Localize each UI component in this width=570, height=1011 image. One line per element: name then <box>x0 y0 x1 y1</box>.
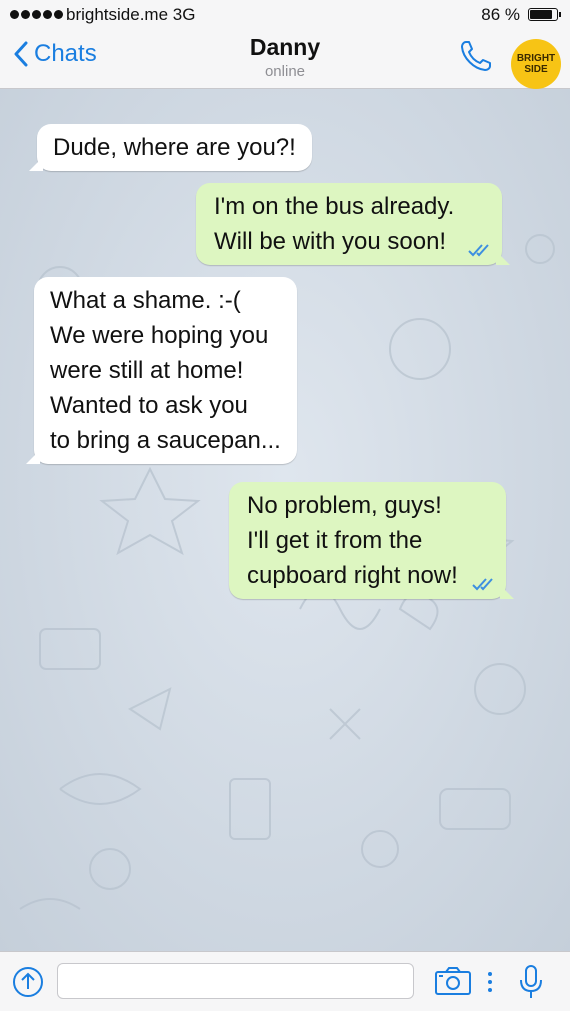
outgoing-message-bubble[interactable]: I'm on the bus already. Will be with you … <box>196 183 511 265</box>
microphone-icon <box>520 965 542 998</box>
message-text-line: Wanted to ask you <box>50 392 248 419</box>
chat-header: Chats Danny online BRIGHT SIDE <box>0 30 570 89</box>
outgoing-message-bubble[interactable]: No problem, guys! I'll get it from the cup… <box>229 482 514 599</box>
phone-icon <box>461 41 491 71</box>
read-receipt-icon <box>468 244 490 257</box>
message-text-line: I'm on the bus already. <box>214 193 455 220</box>
status-bar: brightside.me 3G 86 % <box>0 0 570 30</box>
brightside-logo: BRIGHT SIDE <box>511 39 561 89</box>
vertical-dots-icon[interactable] <box>487 970 493 994</box>
microphone-button[interactable] <box>516 962 546 1002</box>
message-text-line: were still at home! <box>50 357 244 384</box>
incoming-message-bubble[interactable]: What a shame. :-( We were hoping you were … <box>26 277 297 464</box>
message-text-line: I'll get it from the <box>247 527 423 554</box>
upload-arrow-icon <box>13 967 43 997</box>
read-receipt-icon <box>472 578 493 591</box>
message-composer <box>0 951 570 1011</box>
message-text-line: No problem, guys! <box>247 492 442 519</box>
camera-icon <box>435 967 471 995</box>
camera-button[interactable] <box>434 965 472 997</box>
battery-icon <box>528 8 561 21</box>
carrier-label: brightside.me 3G <box>66 5 196 24</box>
message-text-line: What a shame. :-( <box>50 287 241 314</box>
message-text-line: cupboard right now! <box>247 562 458 589</box>
battery-percent: 86 % <box>481 5 520 24</box>
message-text-line: We were hoping you <box>50 322 269 349</box>
message-text-line: Will be with you soon! <box>214 228 447 255</box>
incoming-message-bubble[interactable]: Dude, where are you?! <box>29 124 312 171</box>
call-button[interactable] <box>458 38 494 74</box>
message-input[interactable] <box>57 963 414 999</box>
message-text-line: to bring a saucepan... <box>50 427 281 454</box>
chat-screen: brightside.me 3G 86 % Chats Danny online… <box>0 0 570 1011</box>
signal-strength-icon <box>10 10 63 19</box>
message-text-line: Dude, where are you?! <box>53 134 296 161</box>
attach-button[interactable] <box>12 966 44 998</box>
message-list[interactable]: Dude, where are you?! I'm on the bus alre… <box>0 89 570 951</box>
